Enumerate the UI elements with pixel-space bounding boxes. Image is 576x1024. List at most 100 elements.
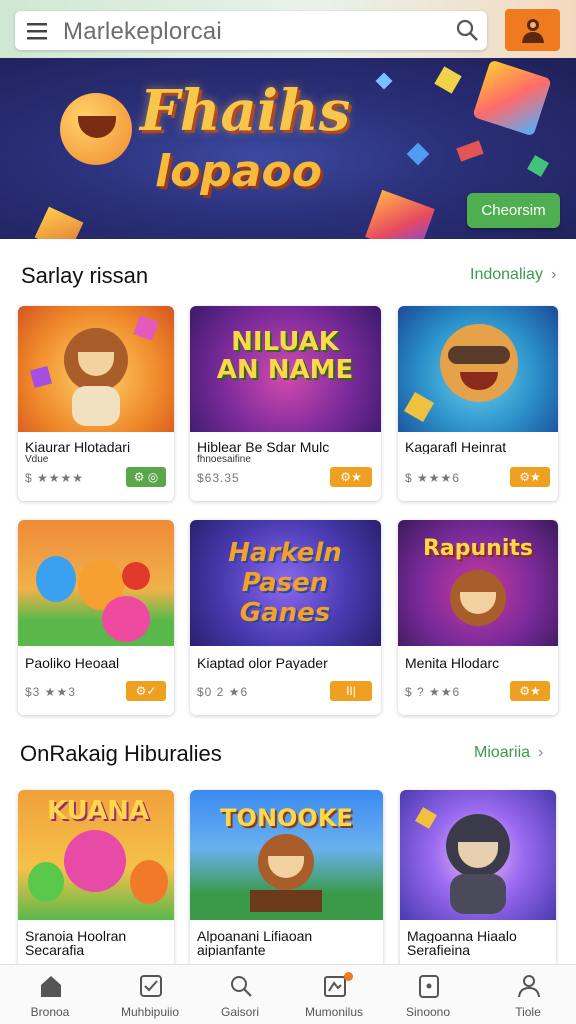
game-price: $ ★★★★ (25, 471, 85, 485)
user-icon (522, 19, 544, 43)
chevron-right-icon: › (550, 266, 557, 283)
raccoon-mask (448, 346, 510, 364)
game-price: $0 2 ★6 (197, 685, 249, 699)
nav-map[interactable]: Mumonilus (286, 965, 382, 1024)
game-card[interactable]: Kagarafl Heinrat $ ★★★6 ⚙★ (398, 306, 558, 501)
nav-home[interactable]: Bronoa (2, 965, 98, 1024)
game-subtitle: aipianfante (197, 943, 266, 957)
gem-decoration (406, 142, 430, 166)
gem-decoration (29, 365, 53, 389)
green-character (28, 862, 64, 902)
game-price: $ ? ★★6 (405, 685, 461, 699)
pink-character (102, 596, 150, 642)
game-card[interactable]: Paoliko Heoaal $3 ★★3 ⚙✓ (18, 520, 174, 715)
game-thumbnail: NILUAK AN NAME (190, 306, 381, 432)
gem-decoration (456, 140, 484, 162)
game-logo-text: KUANA (46, 796, 149, 826)
game-thumbnail: TONOOKE (190, 790, 383, 920)
orange-character (130, 860, 168, 904)
game-logo-text: Harkeln Pasen Ganes (228, 538, 342, 628)
nav-label: Tiole (515, 1005, 541, 1019)
game-title: Kiaptad olor Payader (197, 656, 328, 670)
game-subtitle: fhnoesaifine (197, 454, 251, 465)
game-card[interactable]: TONOOKE Alpoanani Lifiaoan aipianfante (190, 790, 383, 985)
home-icon (41, 976, 61, 997)
nav-label: Bronoa (30, 1005, 70, 1019)
nav-tablet[interactable]: Sinoono (380, 965, 476, 1024)
nav-checklist[interactable]: Muhbipuiio (102, 965, 198, 1024)
game-card[interactable]: Rapunits Menita Hlodarc $ ? ★★6 ⚙★ (398, 520, 558, 715)
game-thumbnail: Rapunits (398, 520, 558, 646)
section-title: OnRakaig Hiburalies (20, 741, 222, 766)
red-ball (122, 562, 150, 590)
promo-banner[interactable]: Fhaihs lopaoo Cheorsim (0, 58, 576, 239)
notification-dot (344, 972, 353, 981)
rating-badge: ⚙★ (510, 467, 550, 487)
game-card[interactable]: Harkeln Pasen Ganes Kiaptad olor Payader… (190, 520, 381, 715)
game-card[interactable]: Kiaurar Hlotadari Vdue $ ★★★★ ⚙ ◎ (18, 306, 174, 501)
rating-badge: ⚙✓ (126, 681, 166, 701)
hamburger-menu-icon[interactable] (25, 19, 49, 43)
banner-cta-button[interactable]: Cheorsim (467, 193, 560, 228)
game-title: Menita Hlodarc (405, 656, 500, 670)
game-thumbnail: KUANA (18, 790, 174, 920)
game-title: Alpoanani Lifiaoan (197, 929, 313, 943)
game-price: $63.35 (197, 471, 240, 485)
game-title: Magoanna Hiaalo (407, 929, 517, 943)
nav-search[interactable]: Gaisori (192, 965, 288, 1024)
bottom-navigation: Bronoa Muhbipuiio Gaisori Mumonilus Sino… (0, 964, 576, 1024)
nav-label: Sinoono (405, 1005, 451, 1019)
see-all-link[interactable]: Mioariia › (474, 744, 543, 762)
profile-icon (518, 975, 540, 998)
tablet-icon (419, 975, 439, 998)
nav-label: Mumonilus (304, 1005, 364, 1019)
search-bar[interactable]: Marlekeplorcai (15, 11, 487, 50)
search-input[interactable]: Marlekeplorcai (63, 18, 222, 46)
game-logo-text: Rapunits (422, 536, 533, 561)
pink-bear-character (64, 830, 126, 892)
blue-character (36, 556, 76, 602)
profile-button[interactable] (505, 9, 560, 51)
game-card[interactable]: NILUAK AN NAME Hiblear Be Sdar Mulc fhno… (190, 306, 381, 501)
chevron-right-icon: › (538, 744, 544, 761)
banner-subtitle: lopaoo (155, 146, 322, 197)
game-title: Sranoia Hoolran (25, 929, 127, 943)
nav-profile[interactable]: Tiole (480, 965, 576, 1024)
game-title: Kagarafl Heinrat (405, 440, 507, 454)
game-thumbnail (18, 520, 174, 646)
game-subtitle: Serafieina (407, 943, 471, 957)
game-thumbnail (18, 306, 174, 432)
game-thumbnail (400, 790, 556, 920)
game-card[interactable]: KUANA Sranoia Hoolran Secarafia (18, 790, 174, 985)
rating-badge: ⚙★ (330, 467, 372, 487)
see-all-label: Indonaliay (470, 266, 543, 283)
game-price: $ ★★★6 (405, 471, 460, 485)
gem-decoration (415, 807, 437, 829)
game-thumbnail (398, 306, 558, 432)
banner-title: Fhaihs (140, 78, 351, 144)
game-thumbnail: Harkeln Pasen Ganes (190, 520, 381, 646)
podium (250, 890, 322, 912)
see-all-link[interactable]: Indonaliay › (470, 266, 556, 284)
search-icon[interactable] (455, 18, 479, 42)
rating-badge: ⚙★ (510, 681, 550, 701)
bear-body (72, 386, 120, 426)
gem-decoration (472, 59, 552, 137)
game-subtitle: Vdue (25, 454, 49, 465)
top-bar: Marlekeplorcai (0, 0, 576, 58)
game-logo-text: NILUAK AN NAME (216, 327, 354, 385)
section-title: Sarlay rissan (21, 263, 149, 288)
gem-decoration (133, 315, 159, 341)
game-title: Kiaurar Hlotadari (25, 440, 131, 454)
gem-decoration (375, 72, 393, 90)
see-all-label: Mioariia (474, 744, 531, 761)
nav-label: Muhbipuiio (120, 1005, 180, 1019)
wolf-body (450, 874, 506, 914)
game-subtitle: Secarafia (25, 943, 85, 957)
game-title: Paoliko Heoaal (25, 656, 120, 670)
game-logo-text: TONOOKE (220, 804, 353, 832)
game-title: Hiblear Be Sdar Mulc (197, 440, 330, 454)
game-card[interactable]: Magoanna Hiaalo Serafieina (400, 790, 556, 985)
nav-label: Gaisori (220, 1005, 259, 1019)
rating-badge: ⚙ ◎ (126, 467, 166, 487)
